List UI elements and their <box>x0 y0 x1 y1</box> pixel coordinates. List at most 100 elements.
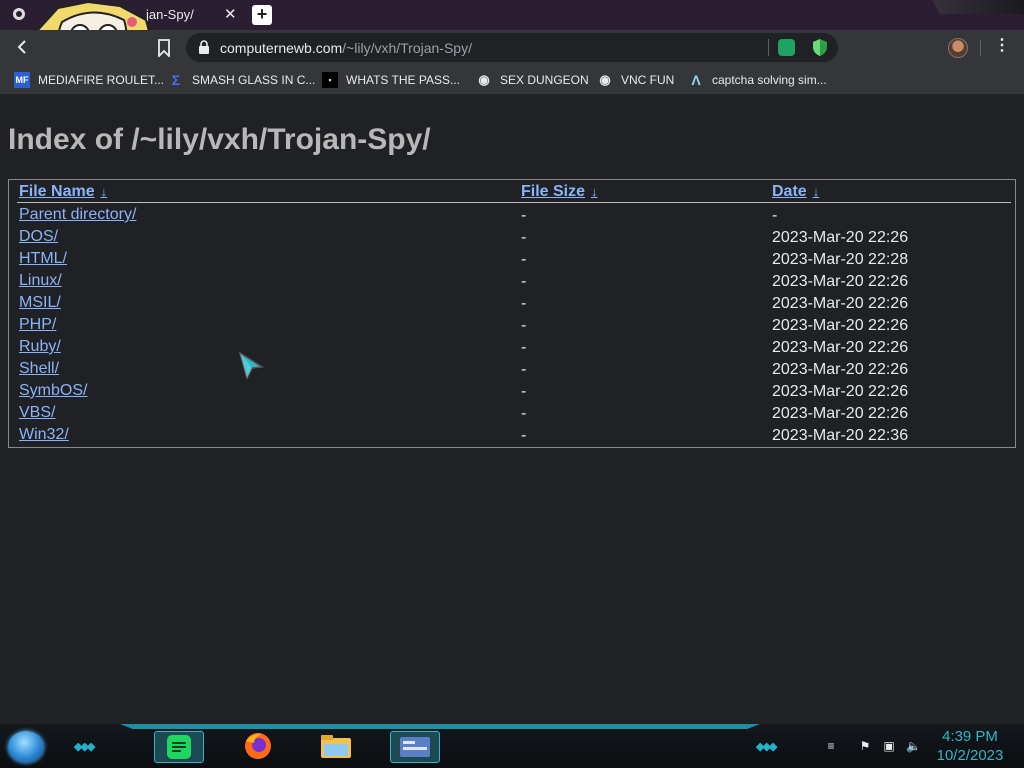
url-host: computernewb.com <box>220 40 343 56</box>
black-square-icon: ▪ <box>322 72 338 88</box>
browser-toolbar: computernewb.com/~lily/vxh/Trojan-Spy/ <box>0 30 1024 66</box>
new-tab-button[interactable]: + <box>252 5 272 25</box>
column-header-date[interactable]: Date ↓ <box>772 183 819 201</box>
file-date: 2023-Mar-20 22:26 <box>772 361 909 378</box>
file-date: 2023-Mar-20 22:36 <box>772 427 909 444</box>
column-header-file-size[interactable]: File Size ↓ <box>521 183 598 201</box>
file-size: - <box>521 427 527 444</box>
address-bar[interactable]: computernewb.com/~lily/vxh/Trojan-Spy/ <box>186 33 838 62</box>
file-date: 2023-Mar-20 22:26 <box>772 317 909 334</box>
bookmark-vnc-fun[interactable]: ◉ VNC FUN <box>597 71 674 89</box>
file-link[interactable]: Linux/ <box>19 272 62 290</box>
file-size: - <box>521 251 527 268</box>
file-size: - <box>521 229 527 246</box>
bot-icon: ◉ <box>599 72 611 87</box>
file-date: 2023-Mar-20 22:26 <box>772 383 909 400</box>
bookmark-captcha[interactable]: Λ captcha solving sim... <box>688 71 826 89</box>
favicon-icon <box>13 8 25 20</box>
omnibox-divider <box>768 39 769 56</box>
back-arrow-icon[interactable] <box>14 39 30 55</box>
extension-green-icon[interactable] <box>778 39 795 56</box>
profile-avatar[interactable] <box>948 38 968 58</box>
table-row: DOS/ - 2023-Mar-20 22:26 <box>9 228 1015 250</box>
file-link[interactable]: Win32/ <box>19 426 69 444</box>
bookmark-label: SMASH GLASS IN C... <box>192 73 316 87</box>
bookmark-whats-the-pass[interactable]: ▪ WHATS THE PASS... <box>322 71 460 89</box>
column-header-file-name[interactable]: File Name ↓ <box>19 183 107 201</box>
column-header-label: File Name <box>19 183 95 200</box>
file-link[interactable]: HTML/ <box>19 250 67 268</box>
shield-extension-icon[interactable] <box>812 38 828 57</box>
file-date: 2023-Mar-20 22:26 <box>772 405 909 422</box>
file-link[interactable]: Ruby/ <box>19 338 61 356</box>
start-button[interactable] <box>8 731 44 763</box>
sort-arrow-icon: ↓ <box>812 184 820 199</box>
chevron-decoration-icon: ◆◆◆ <box>756 741 777 753</box>
bookmark-label: SEX DUNGEON <box>500 73 589 87</box>
close-icon[interactable]: ✕ <box>224 5 237 23</box>
file-listing-table: File Name ↓ File Size ↓ Date ↓ Parent direc… <box>8 179 1016 448</box>
notes-app-button[interactable] <box>154 731 204 763</box>
url-text[interactable]: computernewb.com/~lily/vxh/Trojan-Spy/ <box>220 40 472 56</box>
chevron-decoration-icon: ◆◆◆ <box>74 741 95 753</box>
volume-icon[interactable]: 🔈 <box>906 739 921 753</box>
control-panel-icon <box>400 737 430 757</box>
table-row: PHP/ - 2023-Mar-20 22:26 <box>9 316 1015 338</box>
bookmark-label: WHATS THE PASS... <box>346 73 461 87</box>
page-content: Index of /~lily/vxh/Trojan-Spy/ File Nam… <box>0 95 1024 724</box>
file-link[interactable]: Shell/ <box>19 360 59 378</box>
file-date: 2023-Mar-20 22:26 <box>772 273 909 290</box>
file-date: 2023-Mar-20 22:26 <box>772 295 909 312</box>
bookmarks-bar: MF MEDIAFIRE ROULET... Σ SMASH GLASS IN … <box>0 66 1024 95</box>
table-row: VBS/ - 2023-Mar-20 22:26 <box>9 404 1015 426</box>
file-link[interactable]: MSIL/ <box>19 294 61 312</box>
file-size: - <box>521 383 527 400</box>
sort-arrow-icon: ↓ <box>591 184 598 199</box>
clock-date: 10/2/2023 <box>936 747 1004 764</box>
file-date: - <box>772 207 778 224</box>
table-row: Ruby/ - 2023-Mar-20 22:26 <box>9 338 1015 360</box>
table-row: Linux/ - 2023-Mar-20 22:26 <box>9 272 1015 294</box>
bookmark-sex-dungeon[interactable]: ◉ SEX DUNGEON <box>476 71 589 89</box>
show-hidden-icons-icon[interactable]: ≡ <box>824 739 838 753</box>
action-center-flag-icon[interactable]: ⚑ <box>858 739 872 753</box>
table-row: Parent directory/ - - <box>9 206 1015 228</box>
file-size: - <box>521 317 527 334</box>
lambda-icon: Λ <box>691 72 701 88</box>
bookmark-label: VNC FUN <box>621 73 675 87</box>
file-size: - <box>521 295 527 312</box>
file-date: 2023-Mar-20 22:26 <box>772 339 909 356</box>
file-size: - <box>521 207 527 224</box>
file-link[interactable]: PHP/ <box>19 316 56 334</box>
firefox-icon <box>245 733 271 759</box>
control-panel-button[interactable] <box>390 731 440 763</box>
page-title: Index of /~lily/vxh/Trojan-Spy/ <box>8 123 431 156</box>
clock-time: 4:39 PM <box>942 728 998 745</box>
header-divider <box>17 202 1011 203</box>
notes-app-icon <box>167 735 191 759</box>
file-link[interactable]: DOS/ <box>19 228 58 246</box>
bookmark-smash-glass[interactable]: Σ SMASH GLASS IN C... <box>168 71 316 89</box>
url-path: /~lily/vxh/Trojan-Spy/ <box>342 40 472 56</box>
menu-icon[interactable]: ⋮ <box>994 38 1010 54</box>
file-link[interactable]: Parent directory/ <box>19 206 136 224</box>
file-explorer-icon <box>321 735 351 758</box>
file-explorer-button[interactable] <box>312 731 360 761</box>
file-size: - <box>521 273 527 290</box>
bracket-logo-icon: Σ <box>171 72 181 88</box>
lock-icon[interactable] <box>198 40 210 54</box>
system-clock[interactable]: 4:39 PM 10/2/2023 <box>930 727 1010 765</box>
file-link[interactable]: VBS/ <box>19 404 55 422</box>
mouse-cursor-icon <box>238 351 264 381</box>
taskbar-glow <box>120 724 760 729</box>
bookmark-icon[interactable] <box>156 39 172 57</box>
table-row: Win32/ - 2023-Mar-20 22:36 <box>9 426 1015 448</box>
column-header-label: File Size <box>521 183 586 200</box>
column-header-label: Date <box>772 183 807 200</box>
file-link[interactable]: SymbOS/ <box>19 382 87 400</box>
firefox-button[interactable] <box>234 731 282 761</box>
bookmark-label: MEDIAFIRE ROULET... <box>38 73 165 87</box>
bot-icon: ◉ <box>478 72 490 87</box>
bookmark-mediafire[interactable]: MF MEDIAFIRE ROULET... <box>14 71 164 89</box>
network-icon[interactable]: ▣ <box>882 739 896 753</box>
